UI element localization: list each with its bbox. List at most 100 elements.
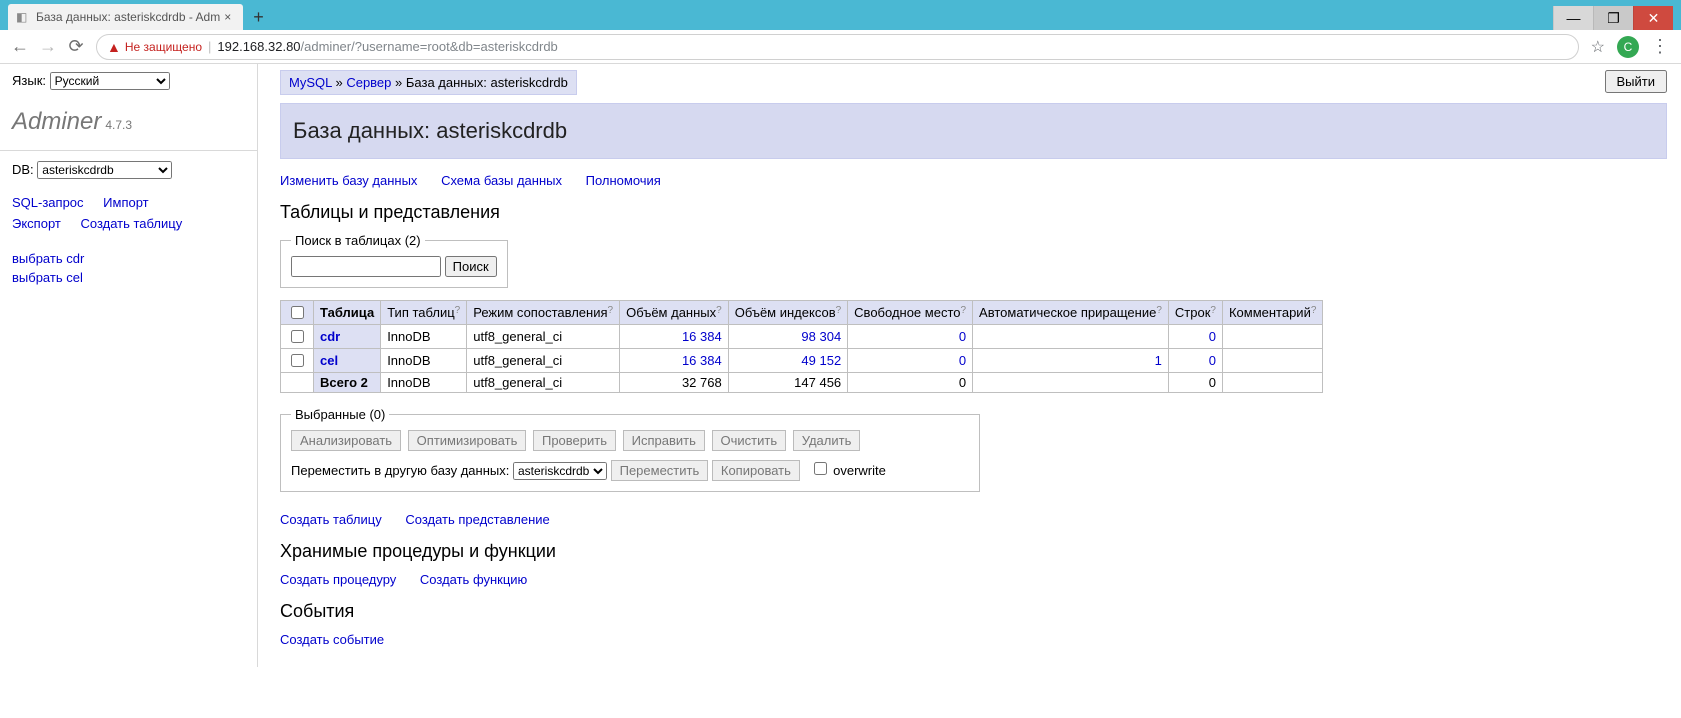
cell-link[interactable]: 0 xyxy=(959,329,966,344)
btn-move[interactable]: Переместить xyxy=(611,460,709,481)
language-label: Язык: xyxy=(12,73,46,88)
window-minimize[interactable]: — xyxy=(1553,6,1593,30)
browser-address-bar: ← → ⟳ ▲ Не защищено | 192.168.32.80/admi… xyxy=(0,30,1681,64)
link-privileges[interactable]: Полномочия xyxy=(586,173,661,188)
link-create-table[interactable]: Создать таблицу xyxy=(280,512,382,527)
col-data[interactable]: Объём данных? xyxy=(620,301,729,325)
col-engine[interactable]: Тип таблиц? xyxy=(381,301,467,325)
overwrite-label[interactable]: overwrite xyxy=(810,463,886,478)
browser-menu-icon[interactable]: ⋮ xyxy=(1651,36,1669,57)
btn-drop[interactable]: Удалить xyxy=(793,430,861,451)
row-checkbox[interactable] xyxy=(291,330,304,343)
link-create-procedure[interactable]: Создать процедуру xyxy=(280,572,396,587)
cell-link[interactable]: 98 304 xyxy=(801,329,841,344)
url-box[interactable]: ▲ Не защищено | 192.168.32.80/adminer/?u… xyxy=(96,34,1579,60)
nav-reload-icon[interactable]: ⟳ xyxy=(62,36,90,57)
sidebar-table-list: выбрать cdr выбрать cel xyxy=(12,249,245,288)
col-collation[interactable]: Режим сопоставления? xyxy=(467,301,620,325)
nav-forward-icon[interactable]: → xyxy=(34,36,62,57)
col-free[interactable]: Свободное место? xyxy=(848,301,973,325)
window-close[interactable]: ✕ xyxy=(1633,6,1673,30)
table-link-cdr[interactable]: cdr xyxy=(320,329,340,344)
btn-repair[interactable]: Исправить xyxy=(623,430,705,451)
new-tab-button[interactable]: + xyxy=(243,4,274,30)
sidebar-table-cel[interactable]: выбрать cel xyxy=(12,268,245,288)
cell-link[interactable]: 16 384 xyxy=(682,353,722,368)
search-tables-input[interactable] xyxy=(291,256,441,277)
link-create-table[interactable]: Создать таблицу xyxy=(80,214,182,235)
link-alter-db[interactable]: Изменить базу данных xyxy=(280,173,417,188)
breadcrumb-db-prefix: База данных: xyxy=(406,75,491,90)
selected-legend: Выбранные (0) xyxy=(291,407,389,422)
selected-fieldset: Выбранные (0) Анализировать Оптимизирова… xyxy=(280,407,980,492)
link-create-view[interactable]: Создать представление xyxy=(405,512,549,527)
move-label: Переместить в другую базу данных: xyxy=(291,463,509,478)
window-controls: — ❐ ✕ xyxy=(1553,6,1673,30)
cell-link[interactable]: 16 384 xyxy=(682,329,722,344)
logout-form xyxy=(1605,70,1668,93)
col-comment[interactable]: Комментарий? xyxy=(1222,301,1322,325)
search-tables-button[interactable] xyxy=(445,256,497,277)
db-select[interactable]: asteriskcdrdb xyxy=(37,161,172,179)
tab-close-icon[interactable]: × xyxy=(220,10,235,24)
logo-version: 4.7.3 xyxy=(105,118,132,132)
url-path: /adminer/?username=root&db=asteriskcdrdb xyxy=(301,39,558,54)
nav-back-icon[interactable]: ← xyxy=(6,36,34,57)
cell-link[interactable]: 1 xyxy=(1155,353,1162,368)
table-row: cel InnoDB utf8_general_ci 16 384 49 152… xyxy=(281,349,1323,373)
tab-favicon: ◧ xyxy=(16,10,30,24)
col-index[interactable]: Объём индексов? xyxy=(728,301,847,325)
search-tables-fieldset: Поиск в таблицах (2) xyxy=(280,233,508,288)
sidebar: Язык: Русский Adminer4.7.3 DB: asteriskc… xyxy=(0,64,258,667)
create-links: Создать таблицу Создать представление xyxy=(280,512,1667,527)
page-title: База данных: asteriskcdrdb xyxy=(280,103,1667,159)
link-create-event[interactable]: Создать событие xyxy=(280,632,384,647)
col-ai[interactable]: Автоматическое приращение? xyxy=(973,301,1169,325)
btn-truncate[interactable]: Очистить xyxy=(712,430,787,451)
browser-tab-active[interactable]: ◧ База данных: asteriskcdrdb - Adm × xyxy=(8,4,243,30)
sidebar-divider xyxy=(0,150,257,151)
col-table[interactable]: Таблица xyxy=(314,301,381,325)
profile-avatar[interactable]: C xyxy=(1617,36,1639,58)
browser-tab-strip: ◧ База данных: asteriskcdrdb - Adm × + —… xyxy=(0,0,1681,30)
search-tables-legend: Поиск в таблицах (2) xyxy=(291,233,425,248)
not-secure-label: Не защищено xyxy=(125,40,202,54)
col-checkbox xyxy=(281,301,314,325)
overwrite-checkbox[interactable] xyxy=(814,462,827,475)
btn-optimize[interactable]: Оптимизировать xyxy=(408,430,527,451)
row-checkbox[interactable] xyxy=(291,354,304,367)
breadcrumb-engine[interactable]: MySQL xyxy=(289,75,332,90)
cell-link[interactable]: 0 xyxy=(1209,329,1216,344)
link-import[interactable]: Импорт xyxy=(103,193,148,214)
table-header-row: Таблица Тип таблиц? Режим сопоставления?… xyxy=(281,301,1323,325)
link-create-function[interactable]: Создать функцию xyxy=(420,572,527,587)
sidebar-table-cdr[interactable]: выбрать cdr xyxy=(12,249,245,269)
event-links: Создать событие xyxy=(280,632,1667,647)
heading-routines: Хранимые процедуры и функции xyxy=(280,541,1667,562)
bookmark-star-icon[interactable]: ☆ xyxy=(1591,37,1605,57)
table-link-cel[interactable]: cel xyxy=(320,353,338,368)
breadcrumb-server[interactable]: Сервер xyxy=(346,75,391,90)
logout-button[interactable] xyxy=(1605,70,1668,93)
main-content: MySQL » Сервер » База данных: asteriskcd… xyxy=(258,64,1681,667)
btn-check[interactable]: Проверить xyxy=(533,430,616,451)
cell-link[interactable]: 0 xyxy=(959,353,966,368)
move-target-select[interactable]: asteriskcdrdb xyxy=(513,462,607,480)
language-select[interactable]: Русский xyxy=(50,72,170,90)
btn-copy[interactable]: Копировать xyxy=(712,460,800,481)
cell-link[interactable]: 49 152 xyxy=(801,353,841,368)
total-label: Всего 2 xyxy=(314,373,381,393)
link-export[interactable]: Экспорт xyxy=(12,214,61,235)
cell-link[interactable]: 0 xyxy=(1209,353,1216,368)
link-schema[interactable]: Схема базы данных xyxy=(441,173,562,188)
link-sql[interactable]: SQL-запрос xyxy=(12,193,84,214)
check-all[interactable] xyxy=(291,306,304,319)
sidebar-action-links: SQL-запрос Импорт Экспорт Создать таблиц… xyxy=(12,193,245,235)
col-rows[interactable]: Строк? xyxy=(1168,301,1222,325)
window-maximize[interactable]: ❐ xyxy=(1593,6,1633,30)
tables-list: Таблица Тип таблиц? Режим сопоставления?… xyxy=(280,300,1323,393)
btn-analyze[interactable]: Анализировать xyxy=(291,430,401,451)
not-secure-icon: ▲ xyxy=(107,39,121,55)
db-action-links: Изменить базу данных Схема базы данных П… xyxy=(280,173,1667,188)
url-host: 192.168.32.80 xyxy=(217,39,300,54)
